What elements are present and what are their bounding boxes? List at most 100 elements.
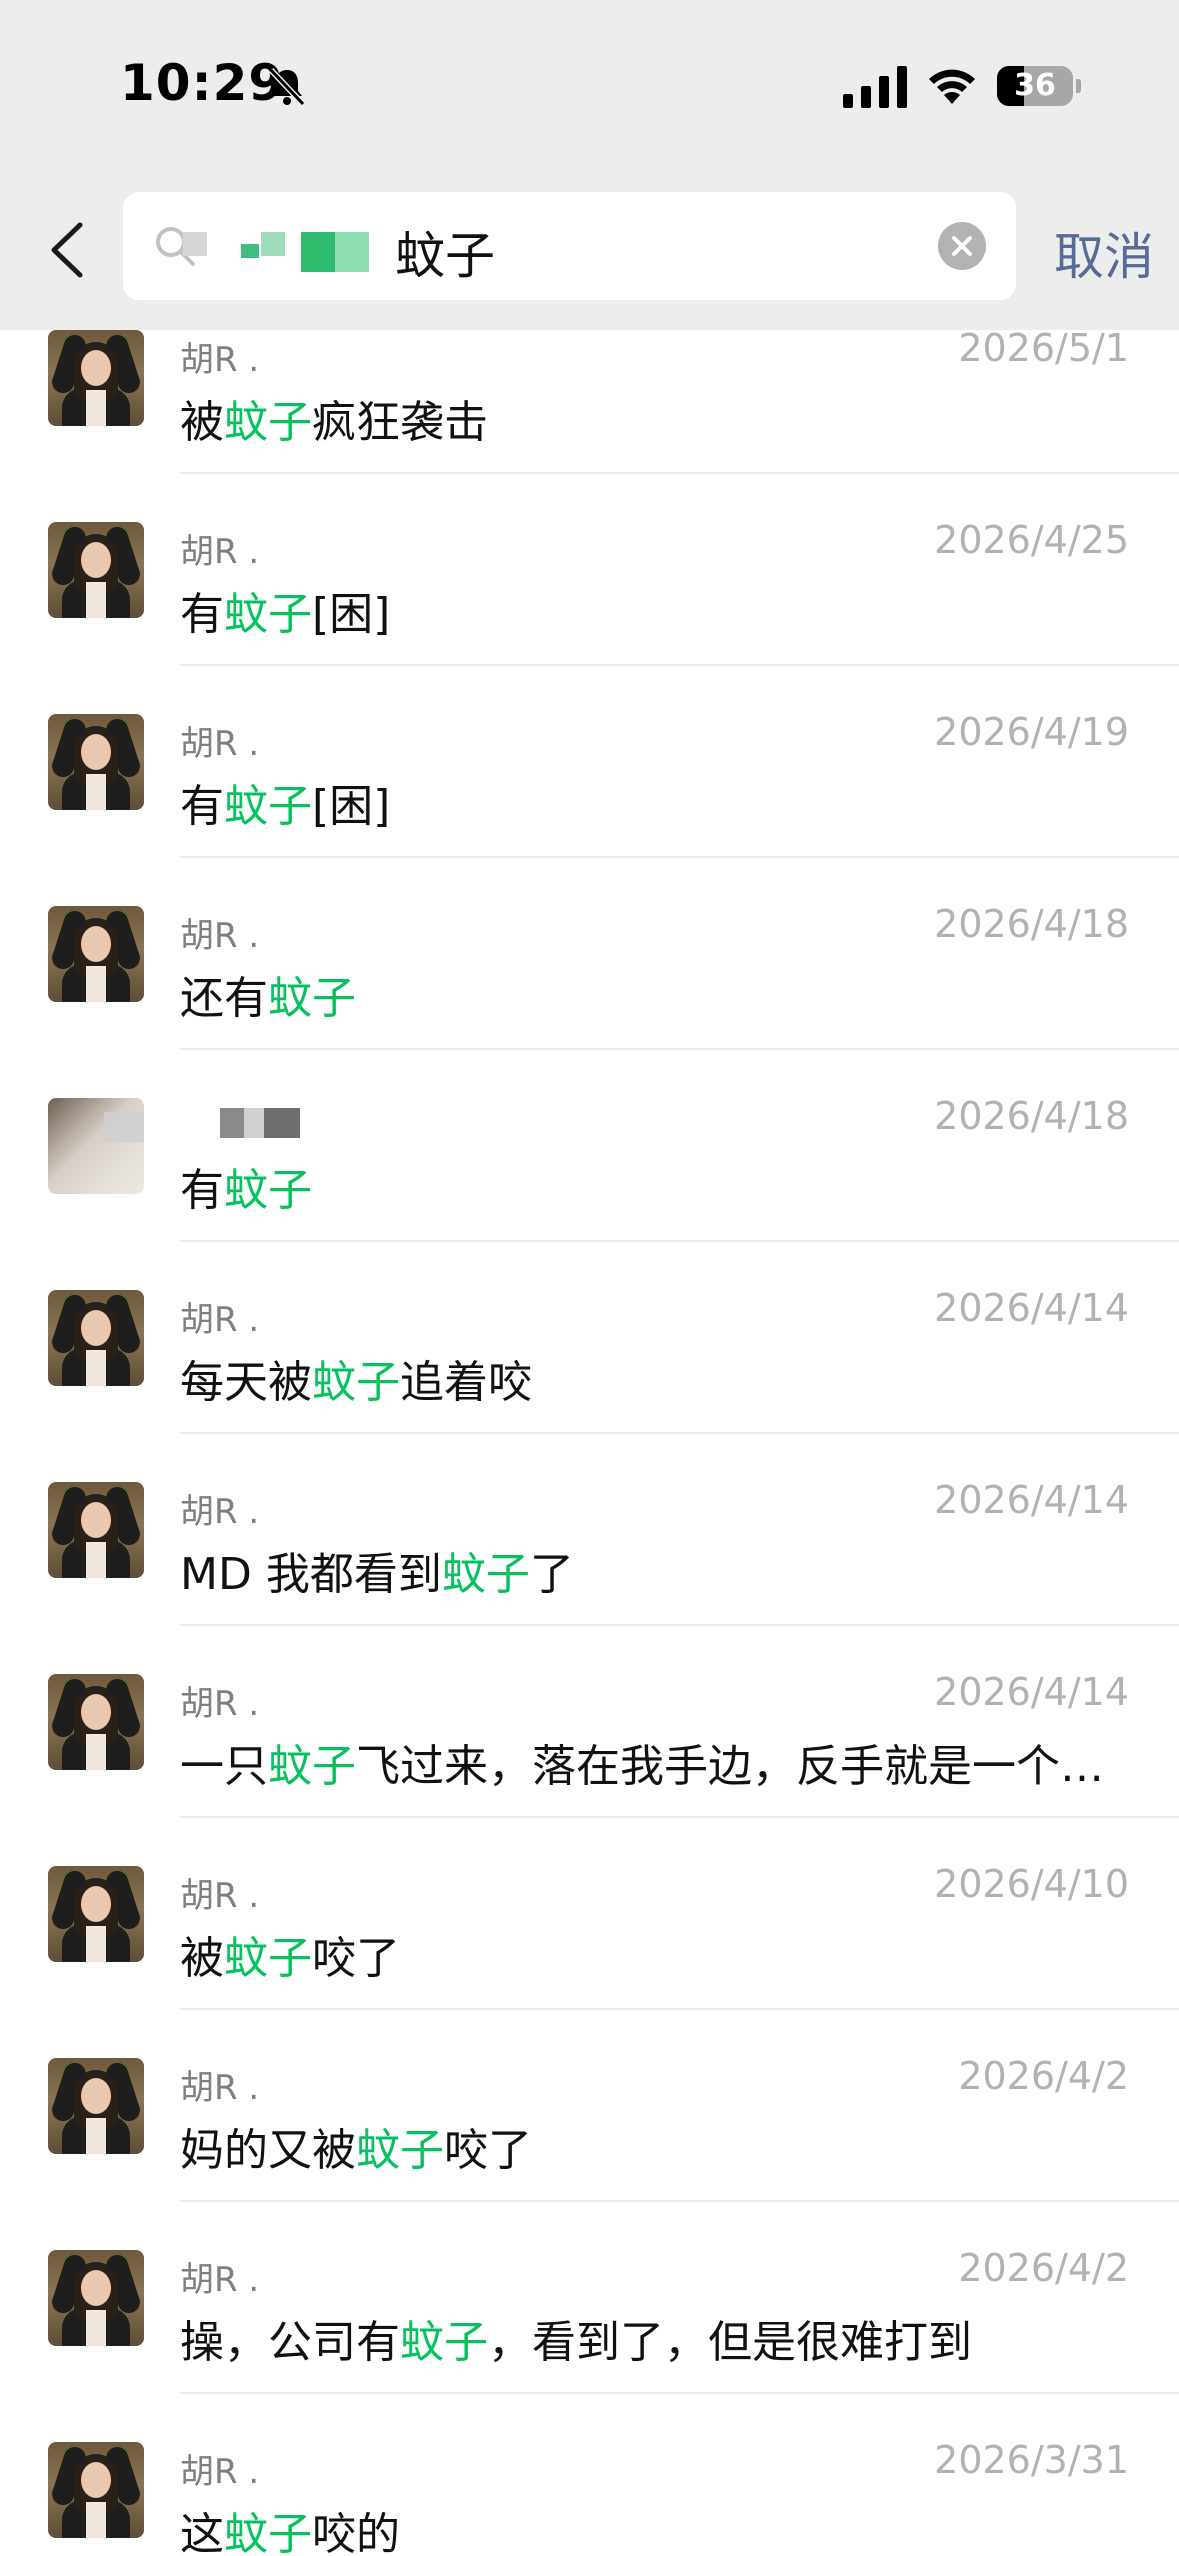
keyword-highlight: 蚊子 <box>224 397 312 448</box>
message-date: 2026/3/31 <box>934 2438 1129 2482</box>
sender-name: 胡R . <box>180 2452 260 2492</box>
message-text: 被蚊子咬了 <box>180 1922 400 1986</box>
search-keyword: 蚊子 <box>395 227 495 285</box>
message-text-part: 操，公司有 <box>180 2317 400 2368</box>
message-date: 2026/4/25 <box>934 518 1129 562</box>
search-filter-chip-obscured <box>183 232 207 256</box>
message-text: 妈的又被蚊子咬了 <box>180 2114 532 2178</box>
message-date: 2026/4/18 <box>934 902 1129 946</box>
message-text-part: MD 我都看到 <box>180 1549 442 1600</box>
message-text-part: 被 <box>180 1933 224 1984</box>
wifi-icon <box>929 69 975 104</box>
keyword-highlight: 蚊子 <box>224 2509 312 2556</box>
back-button[interactable] <box>40 215 100 285</box>
message-text-part: 飞过来，落在我手边，反手就是一个… <box>356 1741 1104 1792</box>
search-result-row[interactable]: 胡R . 2026/4/2 操，公司有蚊子，看到了，但是很难打到 <box>0 2202 1179 2394</box>
avatar <box>48 714 144 810</box>
message-text-part: 一只 <box>180 1741 268 1792</box>
message-text-part: 了 <box>529 1549 574 1600</box>
message-text: 有蚊子[困] <box>180 578 390 642</box>
message-text: 还有蚊子 <box>180 962 356 1026</box>
avatar <box>48 1866 144 1962</box>
message-text-part: 咬的 <box>312 2509 400 2556</box>
sender-name: 胡R . <box>180 1684 260 1724</box>
avatar <box>48 330 144 426</box>
keyword-highlight: 蚊子 <box>224 781 312 832</box>
avatar <box>48 1290 144 1386</box>
search-result-row[interactable]: 胡R . 2026/4/14 每天被蚊子追着咬 <box>0 1242 1179 1434</box>
sender-name: 胡R . <box>180 532 260 572</box>
avatar <box>48 2250 144 2346</box>
message-text-part: 有 <box>180 781 224 832</box>
search-result-row[interactable]: 胡R . 2026/4/18 还有蚊子 <box>0 858 1179 1050</box>
search-filter-chip-obscured <box>261 232 285 256</box>
cancel-button[interactable]: 取消 <box>1054 217 1154 289</box>
message-text-part: 这 <box>180 2509 224 2556</box>
sender-name: 胡R . <box>180 2068 260 2108</box>
search-result-row[interactable]: 胡R . 2026/3/31 这蚊子咬的 <box>0 2394 1179 2556</box>
message-date: 2026/4/10 <box>934 1862 1129 1906</box>
search-result-row[interactable]: 胡R . 2026/4/2 妈的又被蚊子咬了 <box>0 2010 1179 2202</box>
keyword-highlight: 蚊子 <box>400 2317 488 2368</box>
search-result-row[interactable]: 胡R . 2026/4/14 一只蚊子飞过来，落在我手边，反手就是一个… <box>0 1626 1179 1818</box>
search-filter-chip-obscured <box>335 232 369 272</box>
status-bar: 10:29 36 <box>0 0 1179 170</box>
message-text-part: 有 <box>180 1165 224 1216</box>
message-text: 这蚊子咬的 <box>180 2498 400 2556</box>
keyword-highlight: 蚊子 <box>312 1357 400 1408</box>
avatar <box>48 2058 144 2154</box>
avatar <box>48 906 144 1002</box>
search-filter-chip-obscured <box>301 232 335 272</box>
battery-tip <box>1076 79 1081 93</box>
sender-name: 胡R . <box>180 1300 260 1340</box>
search-results-page: 10:29 36 蚊子 取消 胡R . 2026/5/1 被蚊子疯狂袭击 胡R … <box>0 0 1179 2556</box>
message-date: 2026/4/14 <box>934 1670 1129 1714</box>
clear-search-button[interactable] <box>938 222 986 270</box>
message-text: 被蚊子疯狂袭击 <box>180 386 488 450</box>
message-text: 有蚊子 <box>180 1154 312 1218</box>
keyword-highlight: 蚊子 <box>268 1741 356 1792</box>
search-result-row[interactable]: 胡R . 2026/4/19 有蚊子[困] <box>0 666 1179 858</box>
sender-name: 胡R . <box>180 1492 260 1532</box>
keyword-highlight: 蚊子 <box>356 2125 444 2176</box>
avatar <box>48 522 144 618</box>
sender-name-obscured <box>220 1108 300 1138</box>
message-text-part: 每天被 <box>180 1357 312 1408</box>
cellular-signal-icon <box>843 66 907 108</box>
message-text: 操，公司有蚊子，看到了，但是很难打到 <box>180 2306 972 2370</box>
search-result-row[interactable]: 胡R . 2026/4/25 有蚊子[困] <box>0 474 1179 666</box>
message-text: 一只蚊子飞过来，落在我手边，反手就是一个… <box>180 1730 1104 1794</box>
keyword-highlight: 蚊子 <box>441 1549 530 1600</box>
search-filter-chip-obscured <box>241 244 259 258</box>
sender-name: 胡R . <box>180 724 260 764</box>
message-date: 2026/4/2 <box>958 2054 1129 2098</box>
message-text-part: 有 <box>180 589 224 640</box>
battery-level-text: 36 <box>1014 68 1056 103</box>
avatar <box>48 2442 144 2538</box>
status-time: 10:29 <box>120 54 285 112</box>
message-text-part: 咬了 <box>312 1933 400 1984</box>
message-date: 2026/4/19 <box>934 710 1129 754</box>
message-text-part: 被 <box>180 397 224 448</box>
search-result-row[interactable]: 胡R . 2026/4/10 被蚊子咬了 <box>0 1818 1179 2010</box>
search-result-row[interactable]: 胡R . 2026/5/1 被蚊子疯狂袭击 <box>0 282 1179 474</box>
search-result-row[interactable]: 2026/4/18 有蚊子 <box>0 1050 1179 1242</box>
message-text-part: [困] <box>312 781 391 832</box>
message-text-part: 疯狂袭击 <box>312 397 488 448</box>
keyword-highlight: 蚊子 <box>224 1165 312 1216</box>
avatar <box>48 1098 144 1194</box>
message-text-part: ，看到了，但是很难打到 <box>488 2317 972 2368</box>
message-text-part: 还有 <box>180 973 268 1024</box>
sender-name: 胡R . <box>180 916 260 956</box>
bell-off-icon <box>268 67 306 107</box>
keyword-highlight: 蚊子 <box>268 973 356 1024</box>
keyword-highlight: 蚊子 <box>224 589 312 640</box>
message-text-part: 妈的又被 <box>180 2125 356 2176</box>
battery-indicator: 36 <box>997 66 1073 106</box>
message-date: 2026/4/14 <box>934 1286 1129 1330</box>
search-result-row[interactable]: 胡R . 2026/4/14 MD 我都看到蚊子了 <box>0 1434 1179 1626</box>
sender-name: 胡R . <box>180 2260 260 2300</box>
message-text-part: [困] <box>312 589 391 640</box>
message-text: 每天被蚊子追着咬 <box>180 1346 532 1410</box>
message-text-part: 追着咬 <box>400 1357 532 1408</box>
